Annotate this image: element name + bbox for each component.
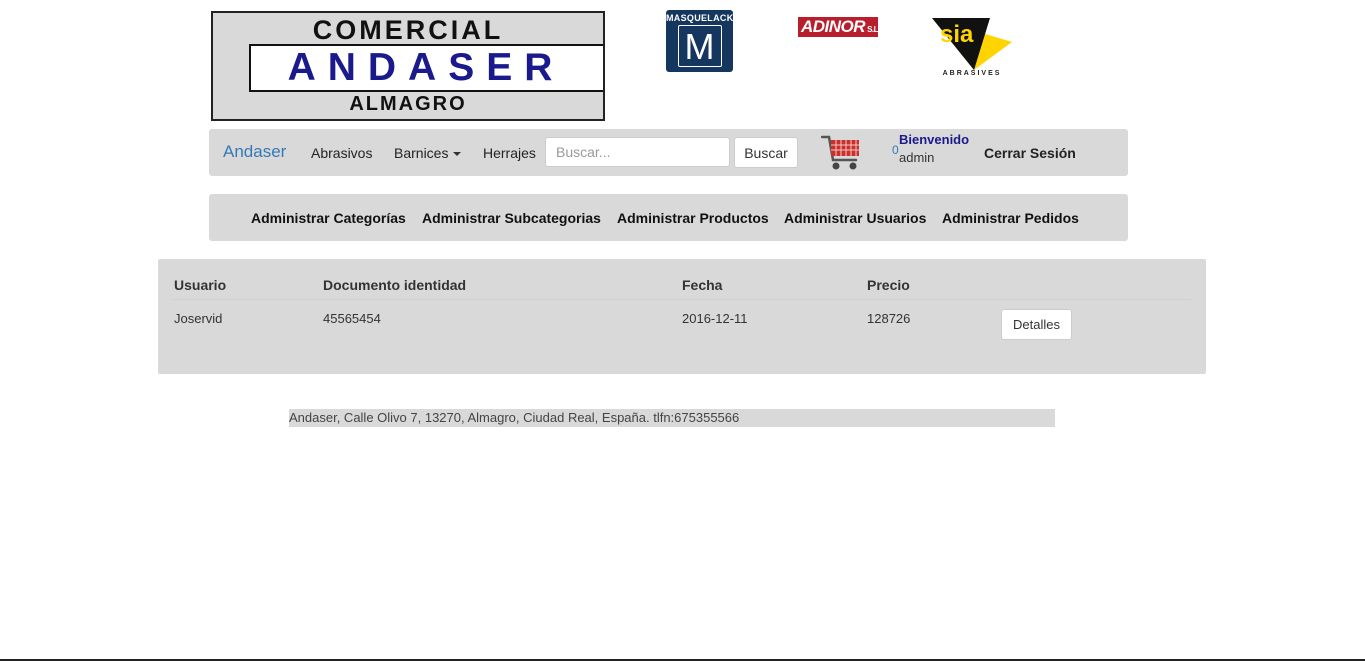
sia-abrasives-logo: sia ABRASIVES: [930, 16, 1014, 80]
logout-link[interactable]: Cerrar Sesión: [984, 145, 1076, 161]
shopping-cart-icon[interactable]: [821, 132, 863, 172]
main-navbar: Andaser Abrasivos Barnices Herrajes Busc…: [209, 129, 1128, 176]
nav-abrasivos[interactable]: Abrasivos: [311, 145, 372, 161]
search-input[interactable]: [545, 137, 730, 167]
admin-pedidos-link[interactable]: Administrar Pedidos: [942, 210, 1079, 226]
orders-table: Usuario Documento identidad Fecha Precio…: [158, 259, 1206, 374]
admin-categorias-link[interactable]: Administrar Categorías: [251, 210, 406, 226]
cart-count[interactable]: 0: [892, 143, 899, 157]
cell-fecha: 2016-12-11: [682, 311, 748, 326]
nav-barnices-dropdown[interactable]: Barnices: [394, 145, 462, 161]
column-header-fecha: Fecha: [682, 277, 723, 293]
admin-usuarios-link[interactable]: Administrar Usuarios: [784, 210, 926, 226]
logo-line-almagro: ALMAGRO: [349, 93, 467, 115]
comercial-andaser-logo: COMERCIAL ANDASER ALMAGRO: [211, 11, 605, 121]
cell-precio: 128726: [867, 311, 911, 326]
masquelack-text: MASQUELACK: [666, 13, 734, 23]
admin-productos-link[interactable]: Administrar Productos: [617, 210, 769, 226]
footer-address: Andaser, Calle Olivo 7, 13270, Almagro, …: [289, 409, 1055, 427]
cell-documento: 45565454: [323, 311, 381, 326]
admin-navbar: Administrar Categorías Administrar Subca…: [209, 194, 1128, 241]
nav-herrajes[interactable]: Herrajes: [483, 145, 536, 161]
logo-line-andaser: ANDASER: [287, 46, 565, 89]
nav-barnices-label: Barnices: [394, 145, 449, 161]
brand-link[interactable]: Andaser: [223, 142, 286, 162]
sia-triangle-icon: sia: [932, 18, 1012, 70]
column-header-precio: Precio: [867, 277, 910, 293]
details-button[interactable]: Detalles: [1001, 309, 1072, 340]
cell-usuario: Joservid: [174, 311, 223, 326]
search-button[interactable]: Buscar: [734, 137, 798, 168]
adinor-logo: ADINOR S.L.: [798, 17, 880, 37]
masquelack-logo: MASQUELACK M: [666, 10, 733, 72]
column-header-usuario: Usuario: [174, 277, 227, 293]
welcome-text: Bienvenido: [899, 132, 970, 147]
sia-subtitle: ABRASIVES: [942, 70, 1002, 77]
header-divider: [173, 299, 1191, 300]
column-header-documento: Documento identidad: [323, 277, 467, 293]
sia-text: sia: [940, 21, 974, 48]
admin-subcategorias-link[interactable]: Administrar Subcategorias: [422, 210, 601, 226]
adinor-suffix: S.L.: [867, 25, 880, 34]
adinor-text: ADINOR: [801, 17, 866, 36]
logo-line-comercial: COMERCIAL: [312, 15, 504, 45]
username-text: admin: [899, 150, 935, 165]
masquelack-letter: M: [677, 25, 722, 67]
caret-down-icon: [453, 152, 462, 157]
